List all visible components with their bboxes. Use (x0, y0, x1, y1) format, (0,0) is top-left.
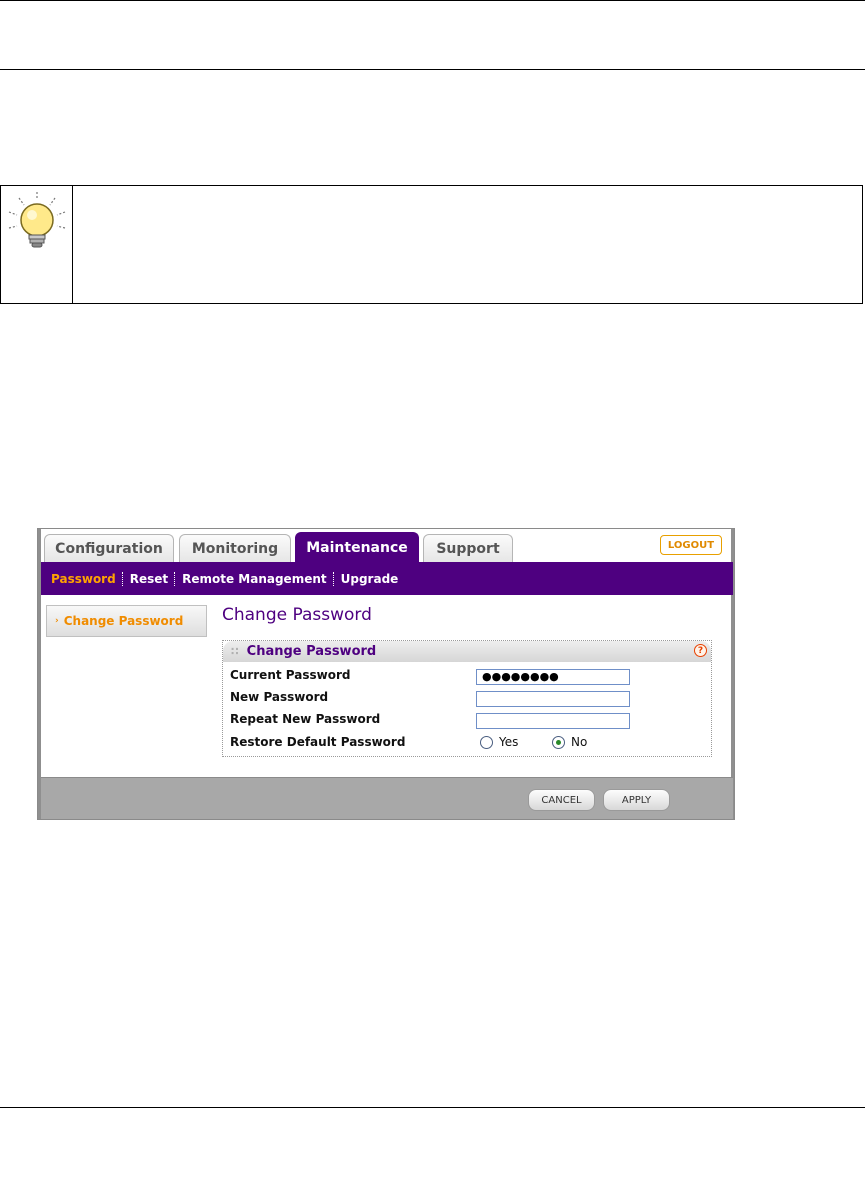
restore-no-radio[interactable] (552, 736, 565, 749)
help-icon[interactable]: ? (694, 644, 707, 657)
footer-rule (0, 1107, 865, 1108)
tip-divider (72, 186, 73, 303)
restore-yes-label: Yes (499, 735, 519, 749)
apply-button[interactable]: APPLY (603, 789, 670, 811)
tab-configuration[interactable]: Configuration (44, 534, 174, 562)
section-header: ∷ Change Password ? (223, 641, 711, 662)
top-rule (0, 0, 865, 1)
subnav-separator (121, 571, 124, 586)
subnav-upgrade[interactable]: Upgrade (337, 572, 403, 586)
tab-monitoring[interactable]: Monitoring (179, 534, 291, 562)
restore-default-label: Restore Default Password (230, 735, 406, 749)
repeat-password-label: Repeat New Password (230, 712, 381, 726)
router-ui-screenshot: Configuration Monitoring Maintenance Sup… (37, 528, 735, 820)
current-password-input[interactable]: ●●●●●●●● (476, 669, 630, 685)
sub-navigation: Password Reset Remote Management Upgrade (41, 562, 733, 595)
subnav-reset[interactable]: Reset (126, 572, 172, 586)
subnav-separator (174, 571, 176, 586)
current-password-label: Current Password (230, 668, 351, 682)
change-password-section: ∷ Change Password ? Current Password ●●●… (222, 640, 712, 757)
cancel-button[interactable]: CANCEL (528, 789, 595, 811)
section-title: Change Password (246, 644, 377, 659)
subnav-remote-management[interactable]: Remote Management (178, 572, 331, 586)
subnav-password[interactable]: Password (47, 572, 120, 586)
tab-maintenance[interactable]: Maintenance (295, 532, 419, 562)
logout-button[interactable]: LOGOUT (660, 535, 722, 555)
subnav-separator (332, 571, 335, 586)
new-password-input[interactable] (476, 691, 630, 707)
sidebar-item-label: Change Password (63, 614, 184, 628)
repeat-password-input[interactable] (476, 713, 630, 729)
action-bar: CANCEL APPLY (41, 777, 733, 819)
restore-yes-radio[interactable] (480, 736, 493, 749)
header-rule (0, 69, 865, 70)
tip-box (0, 185, 863, 304)
drag-grip-icon: ∷ (231, 645, 239, 658)
tab-support[interactable]: Support (423, 534, 513, 562)
new-password-label: New Password (230, 690, 329, 704)
restore-no-label: No (571, 735, 588, 749)
sidebar-item-change-password[interactable]: › Change Password (46, 605, 207, 637)
chevron-right-icon: › (55, 616, 59, 626)
main-tabs: Configuration Monitoring Maintenance Sup… (44, 532, 734, 562)
lightbulb-icon (8, 192, 66, 248)
page-title: Change Password (222, 605, 372, 625)
